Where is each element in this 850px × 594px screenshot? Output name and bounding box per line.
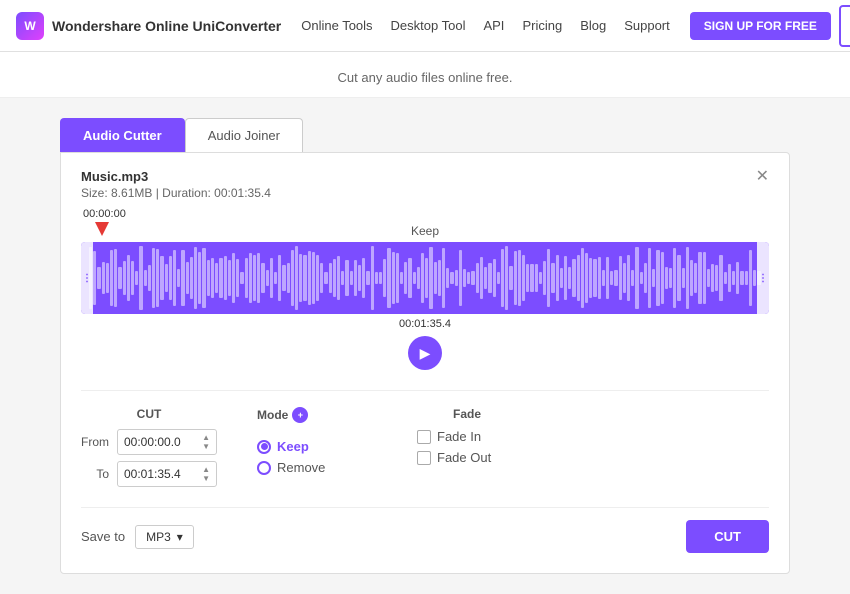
fade-out-label: Fade Out <box>437 450 491 465</box>
controls-row: CUT From 00:00:00.0 ▲ ▼ To <box>81 390 769 487</box>
save-label: Save to <box>81 529 125 544</box>
mode-remove-option[interactable]: Remove <box>257 460 377 475</box>
tabs: Audio Cutter Audio Joiner <box>60 118 790 152</box>
fade-out-option[interactable]: Fade Out <box>417 450 517 465</box>
waveform-track[interactable]: ⋮ ⋮ <box>81 242 769 314</box>
fade-in-checkbox[interactable] <box>417 430 431 444</box>
save-to-row: Save to MP3 ▾ <box>81 525 194 549</box>
keep-label: Keep <box>411 224 439 238</box>
waveform-handle-right[interactable]: ⋮ <box>757 242 769 314</box>
main-content: Audio Cutter Audio Joiner Music.mp3 Size… <box>0 98 850 594</box>
fade-label: Fade <box>417 407 517 421</box>
brand-name: Wondershare Online UniConverter <box>52 18 281 34</box>
cut-button[interactable]: CUT <box>686 520 769 553</box>
play-icon: ▶ <box>420 345 431 362</box>
to-value: 00:01:35.4 <box>124 467 181 481</box>
to-spinner-down[interactable]: ▼ <box>202 474 210 483</box>
play-button[interactable]: ▶ <box>408 336 442 370</box>
navbar: W Wondershare Online UniConverter Online… <box>0 0 850 52</box>
cut-from-row: From 00:00:00.0 ▲ ▼ <box>81 429 217 455</box>
format-value: MP3 <box>146 530 171 544</box>
to-input[interactable]: 00:01:35.4 ▲ ▼ <box>117 461 217 487</box>
playhead-marker <box>95 222 109 236</box>
from-value: 00:00:00.0 <box>124 435 181 449</box>
close-button[interactable]: ✕ <box>756 169 769 185</box>
playhead-area: Keep <box>81 222 769 242</box>
hero-section: Cut any audio files online free. <box>0 52 850 98</box>
from-label: From <box>81 435 109 449</box>
to-spinner-up[interactable]: ▲ <box>202 465 210 474</box>
footer-row: Save to MP3 ▾ CUT <box>81 507 769 553</box>
waveform-handle-left[interactable]: ⋮ <box>81 242 93 314</box>
cut-label: CUT <box>81 407 217 421</box>
waveform-inner <box>81 242 769 314</box>
tab-audio-cutter[interactable]: Audio Cutter <box>60 118 185 152</box>
file-name: Music.mp3 <box>81 169 271 184</box>
from-spinners[interactable]: ▲ ▼ <box>202 433 210 451</box>
fade-in-label: Fade In <box>437 429 481 444</box>
nav-actions: SIGN UP FOR FREE LOG IN 🔍 <box>690 5 850 47</box>
play-btn-area: ▶ <box>81 336 769 370</box>
cut-to-row: To 00:01:35.4 ▲ ▼ <box>81 461 217 487</box>
mode-keep-option[interactable]: Keep <box>257 439 377 454</box>
mode-keep-radio[interactable] <box>257 440 271 454</box>
nav-online-tools[interactable]: Online Tools <box>301 18 372 33</box>
end-time-display: 00:01:35.4 <box>81 318 769 330</box>
from-input[interactable]: 00:00:00.0 ▲ ▼ <box>117 429 217 455</box>
mode-info-icon[interactable]: + <box>292 407 308 423</box>
mode-section: Mode + Keep Remove <box>257 407 377 481</box>
to-label: To <box>81 467 109 481</box>
nav-support[interactable]: Support <box>624 18 670 33</box>
nav-desktop-tool[interactable]: Desktop Tool <box>391 18 466 33</box>
nav-links: Online Tools Desktop Tool API Pricing Bl… <box>301 18 670 33</box>
signup-button[interactable]: SIGN UP FOR FREE <box>690 12 831 40</box>
cut-section: CUT From 00:00:00.0 ▲ ▼ To <box>81 407 217 487</box>
brand: W Wondershare Online UniConverter <box>16 12 281 40</box>
file-info: Music.mp3 Size: 8.61MB | Duration: 00:01… <box>81 169 769 200</box>
chevron-down-icon: ▾ <box>177 530 183 544</box>
hero-subtitle: Cut any audio files online free. <box>338 70 513 85</box>
nav-blog[interactable]: Blog <box>580 18 606 33</box>
from-spinner-down[interactable]: ▼ <box>202 442 210 451</box>
to-spinners[interactable]: ▲ ▼ <box>202 465 210 483</box>
mode-label: Mode <box>257 408 288 422</box>
brand-logo: W <box>16 12 44 40</box>
fade-section: Fade Fade In Fade Out <box>417 407 517 471</box>
mode-remove-label: Remove <box>277 460 325 475</box>
fade-out-checkbox[interactable] <box>417 451 431 465</box>
mode-keep-label: Keep <box>277 439 309 454</box>
nav-api[interactable]: API <box>483 18 504 33</box>
waveform-container: 00:00:00 Keep ⋮ ⋮ 00:01:35.4 ▶ <box>81 208 769 370</box>
mode-remove-radio[interactable] <box>257 461 271 475</box>
tab-audio-joiner[interactable]: Audio Joiner <box>185 118 303 152</box>
nav-pricing[interactable]: Pricing <box>522 18 562 33</box>
format-select[interactable]: MP3 ▾ <box>135 525 194 549</box>
file-meta: Size: 8.61MB | Duration: 00:01:35.4 <box>81 186 271 200</box>
from-spinner-up[interactable]: ▲ <box>202 433 210 442</box>
login-button[interactable]: LOG IN <box>839 5 850 47</box>
fade-in-option[interactable]: Fade In <box>417 429 517 444</box>
cut-fields: From 00:00:00.0 ▲ ▼ To 00:01:35.4 <box>81 429 217 487</box>
editor-card: Music.mp3 Size: 8.61MB | Duration: 00:01… <box>60 152 790 574</box>
start-time-display: 00:00:00 <box>83 208 769 220</box>
mode-label-row: Mode + <box>257 407 377 423</box>
